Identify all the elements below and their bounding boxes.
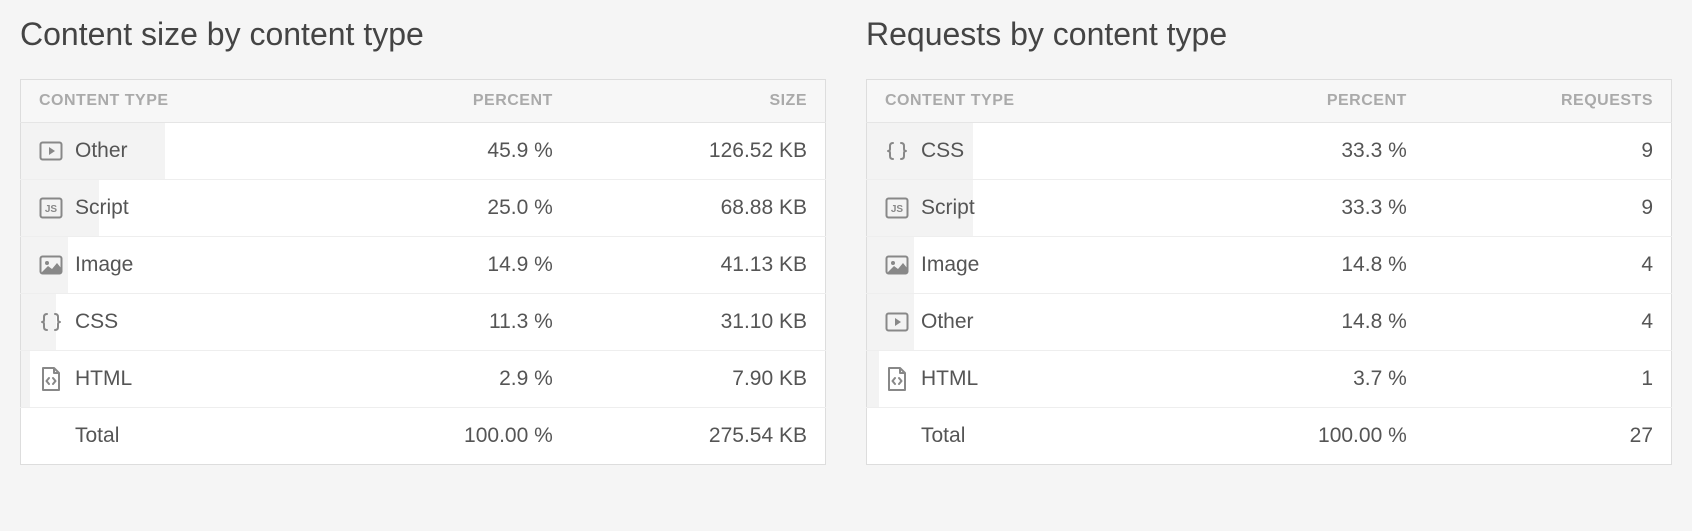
- size-panel: Content size by content type CONTENT TYP…: [20, 16, 826, 465]
- type-cell: Other: [867, 294, 1186, 351]
- type-cell: Total: [867, 408, 1186, 465]
- col-content-type: CONTENT TYPE: [867, 80, 1186, 123]
- percent-cell: 45.9 %: [335, 123, 571, 180]
- table-row: Image 14.9 %41.13 KB: [21, 237, 826, 294]
- type-cell: Image: [867, 237, 1186, 294]
- type-label: HTML: [75, 367, 132, 391]
- type-label: Other: [75, 139, 128, 163]
- col-size: SIZE: [571, 80, 826, 123]
- percent-cell: 2.9 %: [335, 351, 571, 408]
- size-panel-title: Content size by content type: [20, 16, 826, 53]
- table-row: Other 45.9 %126.52 KB: [21, 123, 826, 180]
- type-label: CSS: [921, 139, 964, 163]
- percent-cell: 14.9 %: [335, 237, 571, 294]
- table-row: CSS 11.3 %31.10 KB: [21, 294, 826, 351]
- col-percent: PERCENT: [335, 80, 571, 123]
- type-cell: Image: [21, 237, 335, 294]
- type-cell: CSS: [21, 294, 335, 351]
- play-icon: [885, 311, 909, 333]
- braces-icon: [39, 311, 63, 333]
- value-cell: 4: [1425, 294, 1672, 351]
- value-cell: 27: [1425, 408, 1672, 465]
- percent-cell: 14.8 %: [1185, 294, 1424, 351]
- svg-text:JS: JS: [891, 204, 904, 215]
- table-row: Image 14.8 %4: [867, 237, 1672, 294]
- type-cell: HTML: [867, 351, 1186, 408]
- table-row: HTML 3.7 %1: [867, 351, 1672, 408]
- requests-table-header: CONTENT TYPE PERCENT REQUESTS: [867, 80, 1672, 123]
- value-cell: 9: [1425, 180, 1672, 237]
- js-icon: JS: [39, 197, 63, 219]
- type-label: Image: [921, 253, 979, 277]
- percent-cell: 3.7 %: [1185, 351, 1424, 408]
- braces-icon: [885, 140, 909, 162]
- content-breakdown: Content size by content type CONTENT TYP…: [0, 0, 1692, 493]
- size-table: CONTENT TYPE PERCENT SIZE Other 45.9 %126…: [20, 79, 826, 465]
- table-row: Other 14.8 %4: [867, 294, 1672, 351]
- type-cell: Total: [21, 408, 335, 465]
- value-cell: 41.13 KB: [571, 237, 826, 294]
- value-cell: 9: [1425, 123, 1672, 180]
- type-cell: Other: [21, 123, 335, 180]
- value-cell: 7.90 KB: [571, 351, 826, 408]
- type-label: Script: [921, 196, 975, 220]
- type-label: HTML: [921, 367, 978, 391]
- total-row: Total 100.00 %275.54 KB: [21, 408, 826, 465]
- table-row: HTML 2.9 %7.90 KB: [21, 351, 826, 408]
- table-row: CSS 33.3 %9: [867, 123, 1672, 180]
- percent-cell: 100.00 %: [335, 408, 571, 465]
- type-label: CSS: [75, 310, 118, 334]
- code-icon: [885, 368, 909, 390]
- percent-bar: [867, 351, 879, 407]
- type-label: Total: [921, 424, 965, 448]
- table-row: JS Script 33.3 %9: [867, 180, 1672, 237]
- value-cell: 68.88 KB: [571, 180, 826, 237]
- percent-cell: 11.3 %: [335, 294, 571, 351]
- type-cell: JS Script: [867, 180, 1186, 237]
- total-row: Total 100.00 %27: [867, 408, 1672, 465]
- type-cell: CSS: [867, 123, 1186, 180]
- value-cell: 126.52 KB: [571, 123, 826, 180]
- type-label: Image: [75, 253, 133, 277]
- js-icon: JS: [885, 197, 909, 219]
- type-label: Other: [921, 310, 974, 334]
- percent-cell: 25.0 %: [335, 180, 571, 237]
- col-requests: REQUESTS: [1425, 80, 1672, 123]
- value-cell: 31.10 KB: [571, 294, 826, 351]
- image-icon: [885, 254, 909, 276]
- code-icon: [39, 368, 63, 390]
- size-table-header: CONTENT TYPE PERCENT SIZE: [21, 80, 826, 123]
- col-content-type: CONTENT TYPE: [21, 80, 335, 123]
- type-cell: JS Script: [21, 180, 335, 237]
- percent-bar: [21, 351, 30, 407]
- value-cell: 4: [1425, 237, 1672, 294]
- percent-cell: 33.3 %: [1185, 123, 1424, 180]
- image-icon: [39, 254, 63, 276]
- value-cell: 1: [1425, 351, 1672, 408]
- table-row: JS Script 25.0 %68.88 KB: [21, 180, 826, 237]
- type-cell: HTML: [21, 351, 335, 408]
- type-label: Script: [75, 196, 129, 220]
- percent-cell: 100.00 %: [1185, 408, 1424, 465]
- percent-cell: 14.8 %: [1185, 237, 1424, 294]
- requests-panel: Requests by content type CONTENT TYPE PE…: [866, 16, 1672, 465]
- percent-cell: 33.3 %: [1185, 180, 1424, 237]
- play-icon: [39, 140, 63, 162]
- value-cell: 275.54 KB: [571, 408, 826, 465]
- requests-panel-title: Requests by content type: [866, 16, 1672, 53]
- svg-text:JS: JS: [45, 204, 58, 215]
- col-percent: PERCENT: [1185, 80, 1424, 123]
- requests-table: CONTENT TYPE PERCENT REQUESTS CSS 33.3 %9…: [866, 79, 1672, 465]
- type-label: Total: [75, 424, 119, 448]
